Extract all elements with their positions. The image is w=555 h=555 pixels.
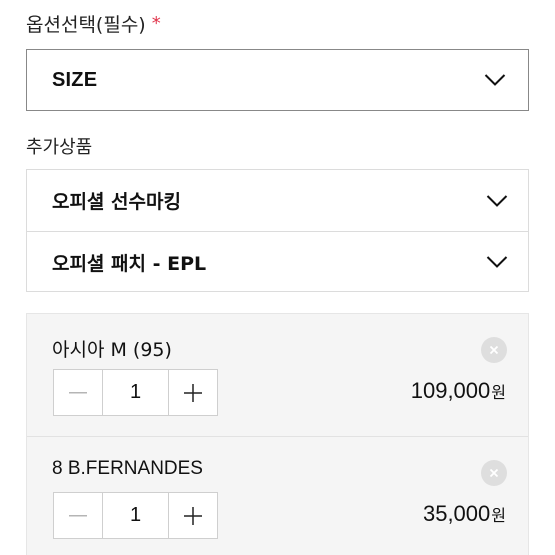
cart-item-name: 아시아 M (95) xyxy=(52,339,172,361)
quantity-value[interactable]: 1 xyxy=(102,370,169,415)
size-select[interactable]: SIZE xyxy=(26,49,529,111)
plus-icon xyxy=(184,383,202,402)
item-price: 35,000 원 xyxy=(423,501,506,527)
cart-item-name: 8 B.FERNANDES xyxy=(52,458,203,479)
increase-quantity-button[interactable] xyxy=(169,493,217,538)
close-icon xyxy=(489,468,499,478)
size-select-value: SIZE xyxy=(52,68,98,91)
item-price-value: 35,000 xyxy=(422,501,491,526)
official-marking-select[interactable]: 오피셜 선수마킹 xyxy=(27,170,528,231)
official-patch-select[interactable]: 오피셜 패치 - EPL xyxy=(27,231,528,292)
required-mark: * xyxy=(151,13,161,34)
close-icon xyxy=(489,345,499,355)
minus-icon xyxy=(69,514,87,516)
official-patch-label: 오피셜 패치 - EPL xyxy=(52,252,207,275)
chevron-down-icon xyxy=(486,256,508,268)
item-price: 109,000 원 xyxy=(411,378,506,404)
official-marking-label: 오피셜 선수마킹 xyxy=(52,191,181,213)
quantity-stepper: 1 xyxy=(53,492,218,539)
item-price-value: 109,000 xyxy=(410,378,491,403)
option-select-label-text: 옵션선택(필수) xyxy=(26,14,146,36)
cart-item: 아시아 M (95) 1 109,000 원 xyxy=(27,314,528,436)
remove-item-button[interactable] xyxy=(481,460,507,486)
currency-unit: 원 xyxy=(491,506,506,525)
chevron-down-icon xyxy=(486,194,508,207)
decrease-quantity-button[interactable] xyxy=(54,493,102,538)
chevron-down-icon xyxy=(484,74,506,86)
decrease-quantity-button[interactable] xyxy=(54,370,102,415)
selected-options-panel: 아시아 M (95) 1 109,000 원 8 B.FERNANDES 1 3… xyxy=(26,313,529,555)
currency-unit: 원 xyxy=(491,383,506,402)
remove-item-button[interactable] xyxy=(481,337,507,363)
quantity-value[interactable]: 1 xyxy=(102,493,169,538)
minus-icon xyxy=(69,391,87,393)
quantity-stepper: 1 xyxy=(53,369,218,416)
plus-icon xyxy=(184,506,202,525)
cart-item: 8 B.FERNANDES 1 35,000 원 xyxy=(27,436,528,555)
extra-products-box: 오피셜 선수마킹 오피셜 패치 - EPL xyxy=(26,169,529,292)
extra-products-label: 추가상품 xyxy=(26,137,93,158)
increase-quantity-button[interactable] xyxy=(169,370,217,415)
option-select-label: 옵션선택(필수) * xyxy=(26,10,161,37)
